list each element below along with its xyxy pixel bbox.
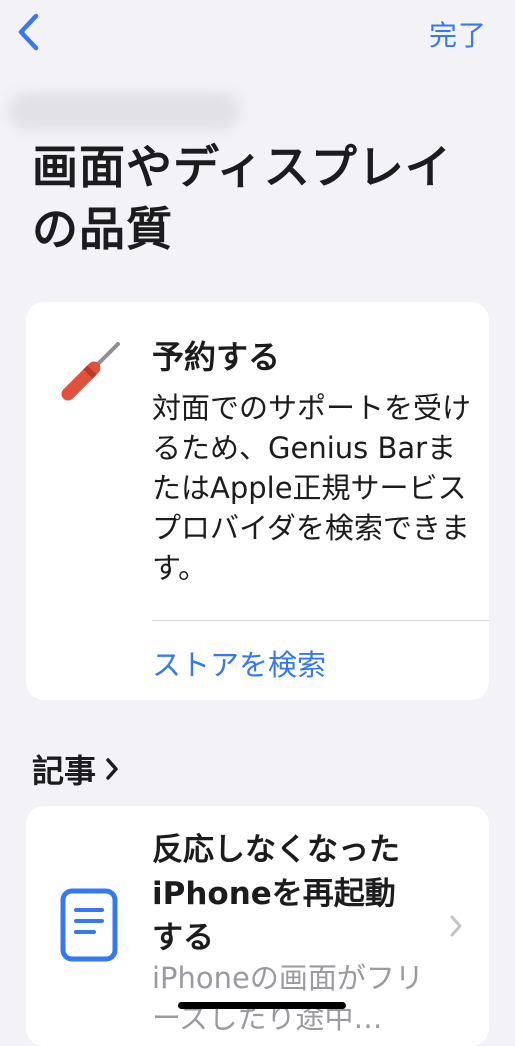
article-description: iPhoneの画面がフリーズしたり途中… (152, 961, 424, 1035)
articles-section-title: 記事 (32, 752, 97, 790)
home-indicator[interactable] (178, 1002, 346, 1009)
chevron-left-icon (18, 13, 39, 51)
appointment-description: 対面でのサポートを受けるため、Genius BarまたはApple正規サービスプ… (152, 391, 472, 585)
done-button[interactable]: 完了 (429, 14, 487, 54)
chevron-right-icon (106, 758, 118, 780)
article-title: 反応しなくなったiPhoneを再起動する (152, 832, 400, 956)
divider (152, 620, 489, 621)
screwdriver-icon (61, 342, 120, 401)
blurred-breadcrumb (8, 92, 240, 130)
document-icon (60, 888, 118, 962)
articles-section-header[interactable]: 記事 (32, 746, 120, 792)
back-button[interactable] (10, 10, 46, 54)
chevron-right-icon (450, 915, 462, 937)
appointment-title: 予約する (152, 338, 281, 376)
find-store-link[interactable]: ストアを検索 (152, 642, 326, 684)
article-card[interactable]: 反応しなくなったiPhoneを再起動する iPhoneの画面がフリーズしたり途中… (26, 806, 489, 1046)
page-title: 画面やディスプレイの品質 (32, 140, 452, 256)
appointment-card: 予約する 対面でのサポートを受けるため、Genius BarまたはApple正規… (26, 302, 489, 700)
